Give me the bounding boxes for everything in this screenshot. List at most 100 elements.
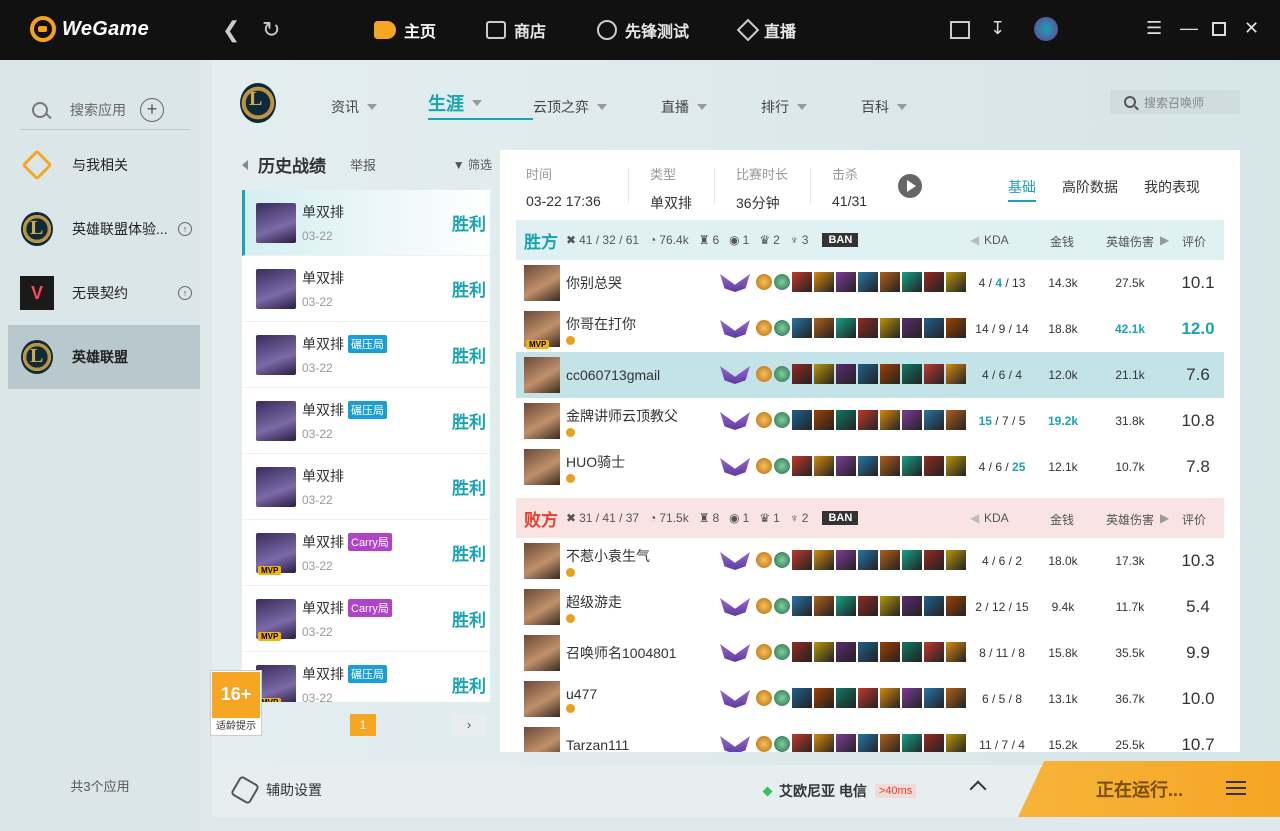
player-name[interactable]: 你别总哭 bbox=[566, 273, 716, 293]
tab-rank[interactable]: 排行 bbox=[761, 94, 861, 120]
tab-career[interactable]: 生涯 bbox=[428, 90, 533, 120]
item-icon bbox=[880, 550, 900, 570]
badge-icon bbox=[566, 703, 575, 713]
queue-label: 单双排 bbox=[302, 534, 344, 550]
player-name[interactable]: u477 bbox=[566, 686, 716, 702]
close-icon[interactable]: ✕ bbox=[1244, 18, 1259, 39]
item-icon bbox=[858, 596, 878, 616]
nav-live[interactable]: 直播 bbox=[736, 18, 796, 42]
player-row[interactable]: Tarzan111 11 / 7 / 4 15.2k 25.5k 10.7 bbox=[516, 722, 1224, 752]
app-search-input[interactable]: 搜索应用 bbox=[70, 100, 126, 120]
assist-settings-button[interactable]: 辅助设置 bbox=[229, 774, 322, 806]
filter-button[interactable]: ▼ 筛选 bbox=[453, 156, 492, 173]
tab-basic[interactable]: 基础 bbox=[1008, 177, 1036, 202]
refresh-icon[interactable]: ↻ bbox=[262, 18, 280, 42]
player-name[interactable]: 超级游走 bbox=[566, 592, 716, 612]
player-row[interactable]: 金牌讲师云顶教父 15 / 7 / 5 19.2k 31.8k 10.8 bbox=[516, 398, 1224, 444]
player-row[interactable]: 超级游走 2 / 12 / 15 9.4k 11.7k 5.4 bbox=[516, 584, 1224, 630]
history-queue: 单双排 bbox=[302, 466, 452, 486]
history-row[interactable]: MVP 单双排 碾压局 03-22 胜利 bbox=[242, 652, 490, 702]
maximize-icon[interactable] bbox=[1212, 22, 1226, 36]
next-page-icon[interactable]: › bbox=[452, 714, 486, 736]
search-icon bbox=[32, 101, 48, 118]
rune-icon bbox=[756, 274, 772, 290]
player-name[interactable]: 金牌讲师云顶教父 bbox=[566, 406, 716, 426]
server-selector[interactable]: 艾欧尼亚 电信 >40ms bbox=[762, 781, 917, 801]
kda-k: 4 bbox=[981, 554, 989, 568]
player-score: 9.9 bbox=[1186, 643, 1210, 662]
menu-icon[interactable]: ☰ bbox=[1146, 18, 1162, 39]
next-col-icon[interactable]: ▶ bbox=[1160, 511, 1169, 525]
tab-wiki[interactable]: 百科 bbox=[861, 94, 941, 120]
player-name[interactable]: cc060713gmail bbox=[566, 367, 716, 383]
player-row[interactable]: 召唤师名1004801 8 / 11 / 8 15.8k 35.5k 9.9 bbox=[516, 630, 1224, 676]
tab-my-performance[interactable]: 我的表现 bbox=[1144, 177, 1200, 202]
history-result: 胜利 bbox=[452, 479, 486, 498]
back-icon[interactable]: ❮ bbox=[222, 18, 240, 42]
chevron-up-icon[interactable] bbox=[969, 780, 987, 798]
player-row[interactable]: 不惹小袁生气 4 / 6 / 2 18.0k 17.3k 10.3 bbox=[516, 538, 1224, 584]
collapse-icon[interactable] bbox=[242, 159, 248, 170]
player-row[interactable]: 你别总哭 4 / 4 / 13 14.3k 27.5k 10.1 bbox=[516, 260, 1224, 306]
nav-test[interactable]: 先锋测试 bbox=[597, 18, 689, 42]
history-date: 03-22 bbox=[302, 229, 333, 243]
player-row[interactable]: cc060713gmail 4 / 6 / 4 12.0k 21.1k 7.6 bbox=[516, 352, 1224, 398]
message-icon[interactable] bbox=[950, 21, 970, 39]
player-name[interactable]: HUO骑士 bbox=[566, 452, 716, 472]
minimize-icon[interactable]: — bbox=[1180, 18, 1198, 39]
sidebar-item-lol-pbe[interactable]: 英雄联盟体验... ↑ bbox=[8, 197, 200, 261]
kda-k: 2 bbox=[975, 600, 982, 614]
download-icon[interactable]: ↧ bbox=[990, 18, 1005, 39]
summoner-search-input[interactable]: 搜索召唤师 bbox=[1144, 94, 1204, 111]
prev-col-icon[interactable]: ◀ bbox=[970, 233, 979, 247]
tab-live[interactable]: 直播 bbox=[661, 94, 761, 120]
player-name[interactable]: 你哥在打你 bbox=[566, 314, 716, 334]
history-row[interactable]: MVP 单双排 Carry局 03-22 胜利 bbox=[242, 520, 490, 586]
wegame-logo[interactable]: WeGame bbox=[30, 16, 149, 42]
page-number[interactable]: 1 bbox=[350, 714, 376, 736]
app-search[interactable]: 搜索应用 + bbox=[20, 90, 190, 130]
history-row[interactable]: 单双排 03-22 胜利 bbox=[242, 454, 490, 520]
player-gold: 12.1k bbox=[1048, 460, 1078, 474]
item-icon bbox=[792, 596, 812, 616]
history-row[interactable]: 单双排 03-22 胜利 bbox=[242, 256, 490, 322]
player-name[interactable]: Tarzan111 bbox=[566, 737, 716, 752]
item-icon bbox=[902, 272, 922, 292]
player-row[interactable]: HUO骑士 4 / 6 / 25 12.1k 10.7k 7.8 bbox=[516, 444, 1224, 490]
server-name: 艾欧尼亚 电信 bbox=[779, 783, 867, 799]
nav-home-label: 主页 bbox=[404, 24, 437, 41]
sidebar-item-valorant[interactable]: V 无畏契约 ↑ bbox=[8, 261, 200, 325]
lol-tabs: 资讯 生涯 云顶之弈 直播 排行 百科 bbox=[331, 94, 941, 120]
player-row[interactable]: u477 6 / 5 / 8 13.1k 36.7k 10.0 bbox=[516, 676, 1224, 722]
nav-shop[interactable]: 商店 bbox=[486, 18, 546, 42]
player-name[interactable]: 不惹小袁生气 bbox=[566, 546, 716, 566]
history-row[interactable]: 单双排 03-22 胜利 bbox=[242, 190, 490, 256]
sidebar-item-related[interactable]: 与我相关 bbox=[8, 133, 200, 197]
history-queue: 单双排 Carry局 bbox=[302, 598, 452, 618]
summoner-search[interactable]: 搜索召唤师 bbox=[1110, 90, 1240, 114]
history-row[interactable]: 单双排 碾压局 03-22 胜利 bbox=[242, 388, 490, 454]
avatar[interactable] bbox=[1034, 17, 1058, 41]
nav-home[interactable]: 主页 bbox=[374, 18, 436, 42]
hamburger-icon[interactable] bbox=[1226, 781, 1246, 799]
tab-tft[interactable]: 云顶之弈 bbox=[533, 94, 661, 120]
history-row[interactable]: 单双排 碾压局 03-22 胜利 bbox=[242, 322, 490, 388]
report-button[interactable]: 举报 bbox=[350, 155, 376, 174]
player-row[interactable]: MVP 你哥在打你 14 / 9 / 14 18.8k 42.1k 12.0 bbox=[516, 306, 1224, 352]
team-stat-inhib: ◉ 1 bbox=[729, 511, 749, 525]
tab-news[interactable]: 资讯 bbox=[331, 94, 428, 120]
next-col-icon[interactable]: ▶ bbox=[1160, 233, 1169, 247]
sidebar-item-lol[interactable]: 英雄联盟 bbox=[8, 325, 200, 389]
add-app-button[interactable]: + bbox=[140, 97, 164, 122]
player-name-block: HUO骑士 bbox=[566, 452, 716, 483]
update-icon[interactable]: ↑ bbox=[178, 222, 192, 236]
tab-advanced[interactable]: 高阶数据 bbox=[1062, 177, 1118, 202]
running-button[interactable]: 正在运行... bbox=[1018, 761, 1280, 817]
prev-col-icon[interactable]: ◀ bbox=[970, 511, 979, 525]
player-name[interactable]: 召唤师名1004801 bbox=[566, 643, 716, 663]
match-time-label: 时间 bbox=[526, 167, 553, 182]
replay-play-icon[interactable] bbox=[898, 174, 922, 198]
related-icon bbox=[20, 148, 54, 182]
history-row[interactable]: MVP 单双排 Carry局 03-22 胜利 bbox=[242, 586, 490, 652]
update-icon[interactable]: ↑ bbox=[178, 286, 192, 300]
